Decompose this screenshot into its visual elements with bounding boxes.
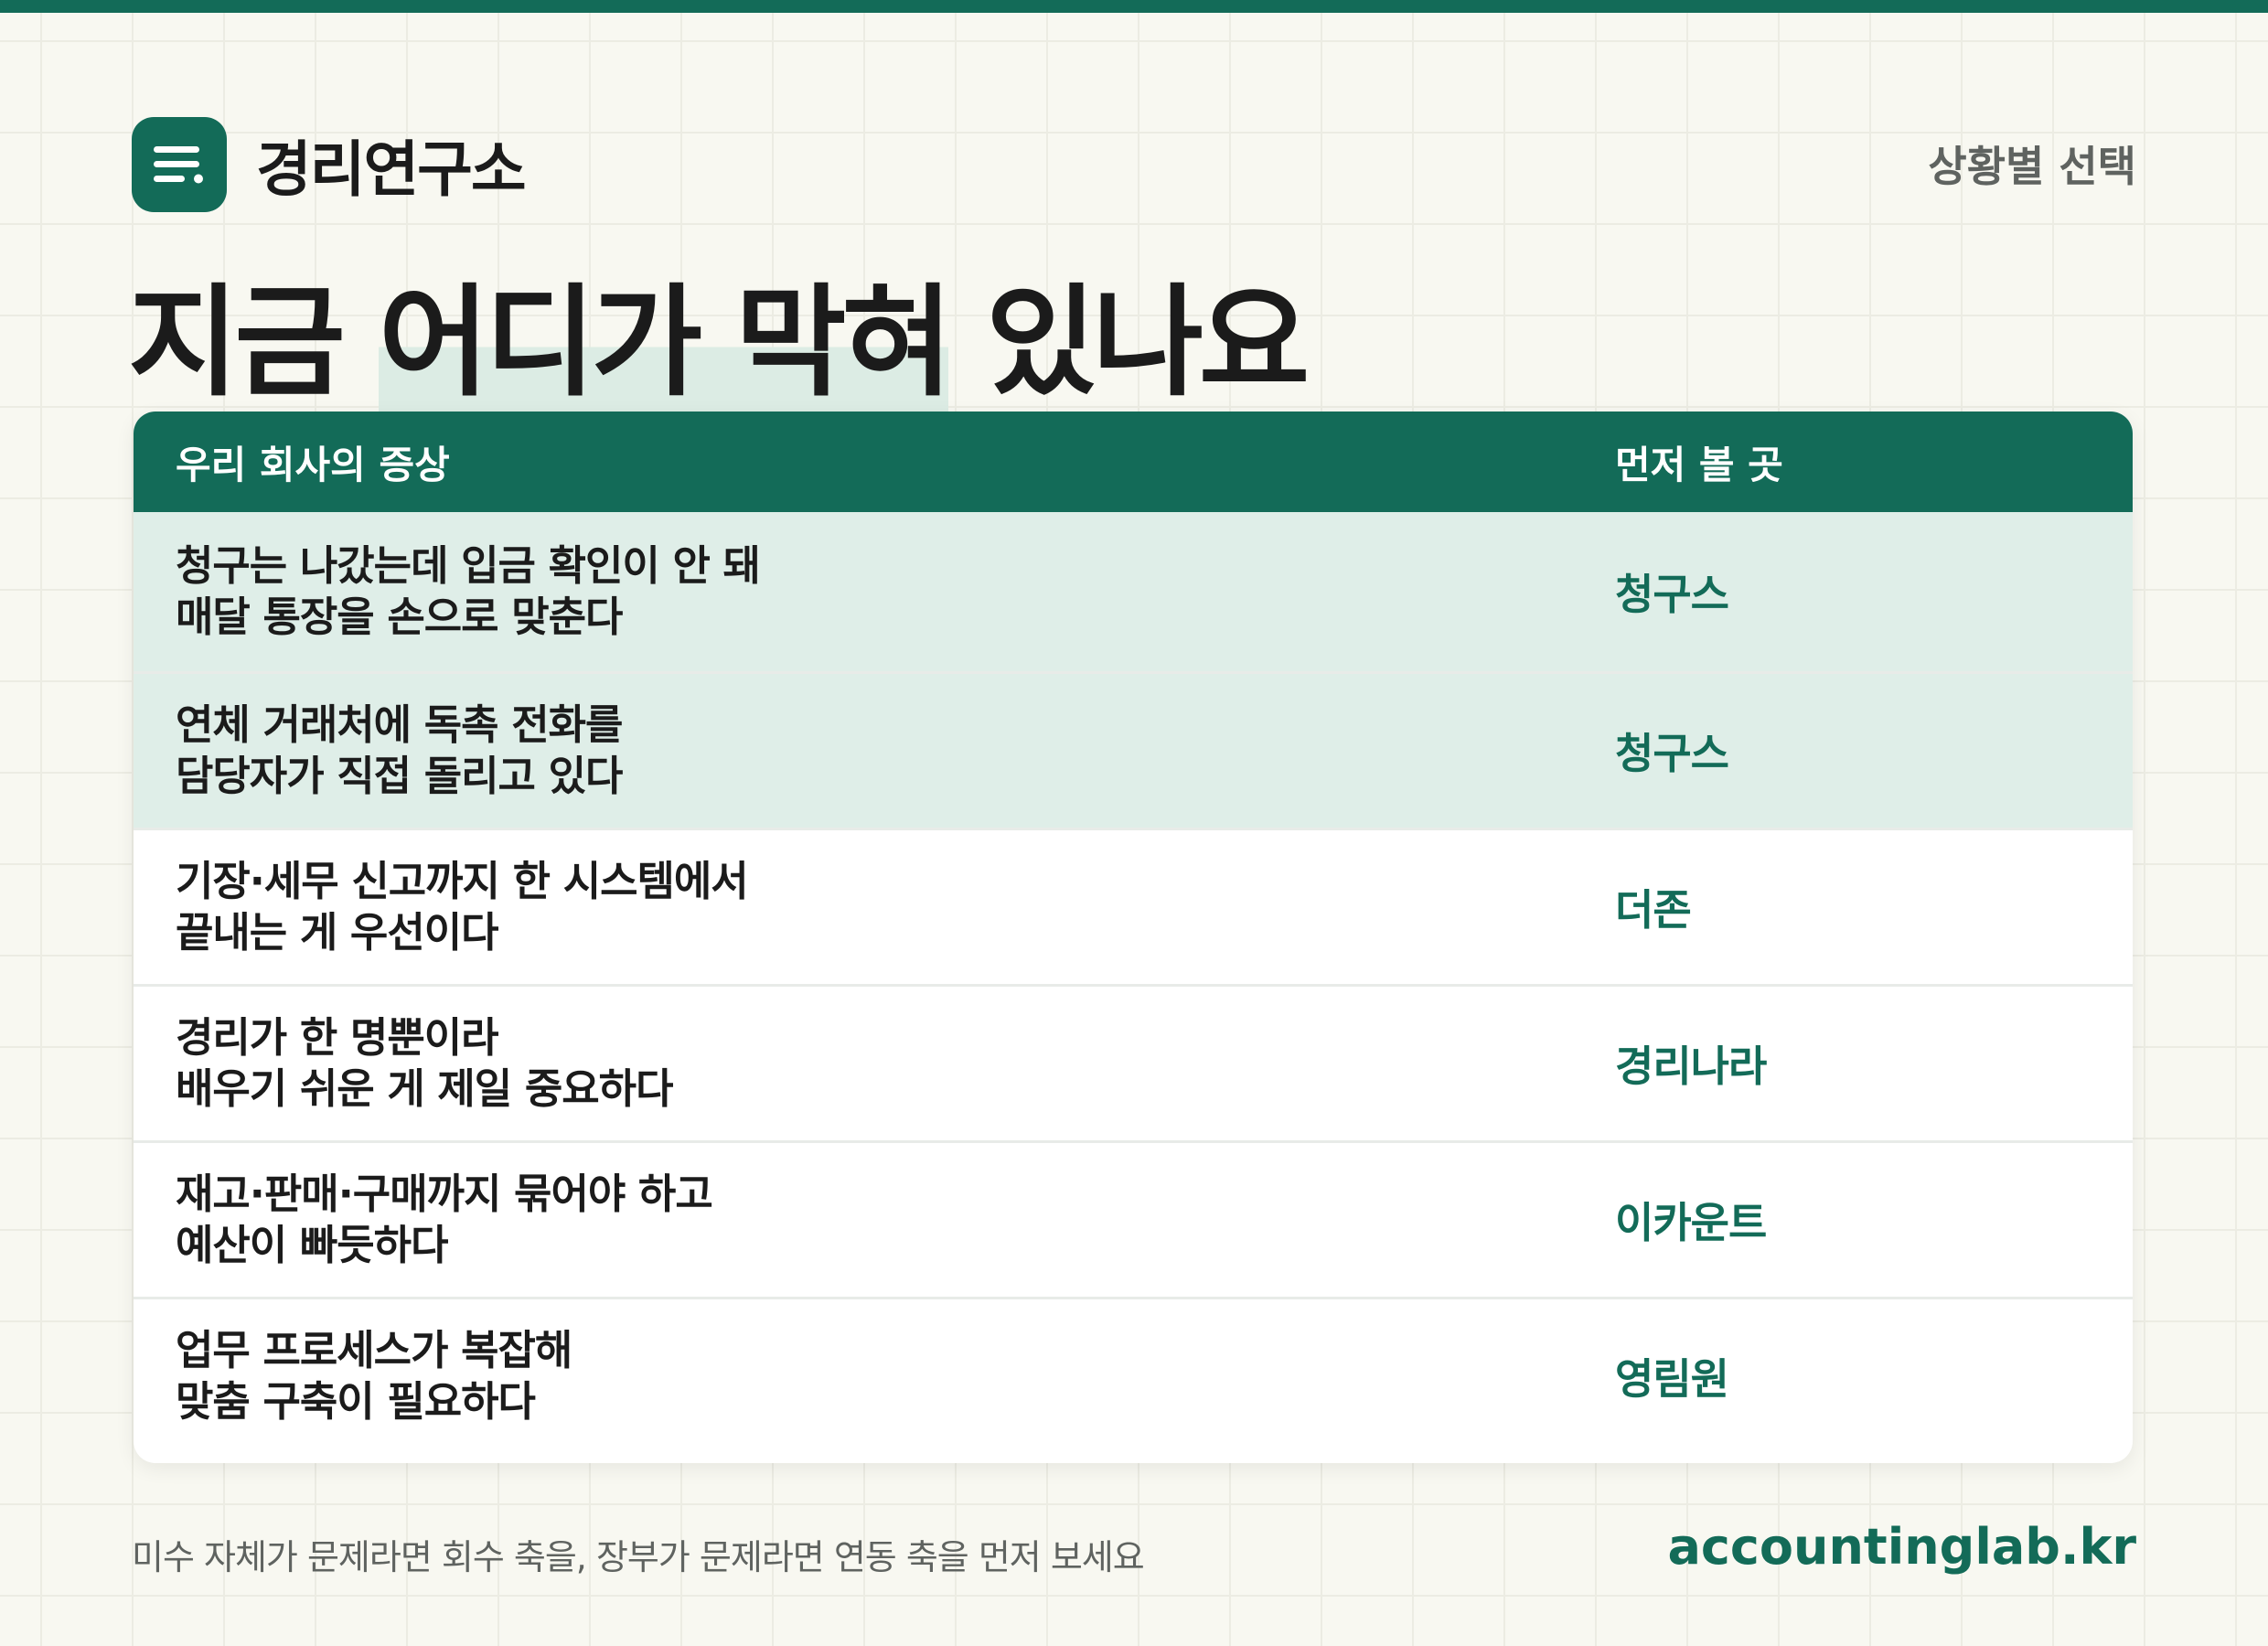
- footer-note: 미수 자체가 문제라면 회수 축을, 장부가 문제라면 연동 축을 먼저 보세요: [132, 1537, 1145, 1577]
- table-row[interactable]: 업무 프로세스가 복잡해 맞춤 구축이 필요하다 영림원: [134, 1297, 2133, 1453]
- destination-cell[interactable]: 영림원: [1615, 1346, 2133, 1406]
- column-header-symptom: 우리 회사의 증상: [176, 442, 450, 487]
- title-part-1: 지금: [128, 273, 379, 413]
- document-lines-icon: [132, 117, 227, 212]
- table-row[interactable]: 경리가 한 명뿐이라 배우기 쉬운 게 제일 중요하다 경리나라: [134, 984, 2133, 1140]
- title-highlight: 어디가 막혀: [378, 273, 953, 413]
- table-row[interactable]: 재고·판매·구매까지 묶어야 하고 예산이 빠듯하다 이카운트: [134, 1140, 2133, 1297]
- table-row[interactable]: 청구는 나갔는데 입금 확인이 안 돼 매달 통장을 손으로 맞춘다 청구스: [134, 512, 2133, 671]
- symptom-cell: 청구는 나갔는데 입금 확인이 안 돼 매달 통장을 손으로 맞춘다: [134, 540, 1615, 643]
- destination-cell[interactable]: 더존: [1615, 877, 2133, 937]
- symptom-line: 재고·판매·구매까지 묶어야 하고: [176, 1170, 713, 1218]
- symptom-line: 배우기 쉬운 게 제일 중요하다: [176, 1064, 673, 1113]
- symptom-cell: 재고·판매·구매까지 묶어야 하고 예산이 빠듯하다: [134, 1169, 1615, 1271]
- destination-cell[interactable]: 경리나라: [1615, 1033, 2133, 1094]
- destination-cell[interactable]: 이카운트: [1615, 1190, 2133, 1250]
- symptom-line: 연체 거래처에 독촉 전화를: [176, 700, 623, 749]
- symptom-line: 청구는 나갔는데 입금 확인이 안 돼: [176, 541, 761, 590]
- symptom-line: 매달 통장을 손으로 맞춘다: [176, 593, 623, 641]
- symptom-line: 맞춤 구축이 필요하다: [176, 1377, 536, 1426]
- destination-cell[interactable]: 청구스: [1615, 721, 2133, 781]
- title-part-3: 있나요: [948, 273, 1310, 413]
- page-title: 지금 어디가 막혀 있나요: [128, 273, 1310, 413]
- column-header-destination: 먼저 볼 곳: [1615, 442, 1783, 487]
- symptom-cell: 연체 거래처에 독촉 전화를 담당자가 직접 돌리고 있다: [134, 700, 1615, 802]
- symptom-line: 담당자가 직접 돌리고 있다: [176, 752, 623, 800]
- site-link[interactable]: accountinglab.kr: [1667, 1518, 2136, 1576]
- recommendation-table: 우리 회사의 증상 먼저 볼 곳 청구는 나갔는데 입금 확인이 안 돼 매달 …: [134, 412, 2133, 1463]
- symptom-line: 업무 프로세스가 복잡해: [176, 1326, 572, 1374]
- symptom-cell: 경리가 한 명뿐이라 배우기 쉬운 게 제일 중요하다: [134, 1012, 1615, 1115]
- situation-select-link[interactable]: 상황별 선택: [1928, 134, 2136, 194]
- destination-cell[interactable]: 청구스: [1615, 561, 2133, 622]
- symptom-line: 기장·세무 신고까지 한 시스템에서: [176, 857, 749, 905]
- table-header: 우리 회사의 증상 먼저 볼 곳: [134, 412, 2133, 512]
- top-accent-bar: [0, 0, 2268, 13]
- symptom-cell: 업무 프로세스가 복잡해 맞춤 구축이 필요하다: [134, 1325, 1615, 1427]
- symptom-line: 끝내는 게 우선이다: [176, 908, 499, 957]
- table-row[interactable]: 연체 거래처에 독촉 전화를 담당자가 직접 돌리고 있다 청구스: [134, 671, 2133, 828]
- brand[interactable]: 경리연구소: [132, 117, 527, 212]
- symptom-cell: 기장·세무 신고까지 한 시스템에서 끝내는 게 우선이다: [134, 856, 1615, 958]
- table-row[interactable]: 기장·세무 신고까지 한 시스템에서 끝내는 게 우선이다 더존: [134, 828, 2133, 984]
- symptom-line: 예산이 빠듯하다: [176, 1221, 448, 1269]
- symptom-line: 경리가 한 명뿐이라: [176, 1013, 499, 1062]
- brand-name: 경리연구소: [256, 134, 527, 205]
